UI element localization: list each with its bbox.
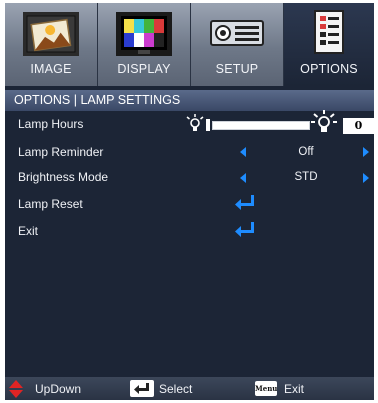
brightness-mode-label: Brightness Mode <box>18 170 109 184</box>
menu-key-icon: Menu <box>255 381 277 396</box>
lamp-bright-icon <box>311 110 337 132</box>
tab-setup-label: SETUP <box>215 62 259 76</box>
display-icon <box>116 12 172 56</box>
tab-image-label: IMAGE <box>30 62 72 76</box>
tab-display[interactable]: DISPLAY <box>98 3 191 86</box>
footer-bar: UpDown Select Menu Exit <box>5 377 374 400</box>
brightness-mode-right-arrow-icon[interactable] <box>363 173 369 183</box>
lamp-dim-icon <box>186 114 204 131</box>
tab-display-label: DISPLAY <box>117 62 171 76</box>
tab-setup[interactable]: SETUP <box>191 3 284 86</box>
osd-menu: IMAGE DISPLAY SETUP OPTIONS OPTIONS | LA… <box>5 3 374 400</box>
lamp-reset-label[interactable]: Lamp Reset <box>18 197 83 211</box>
brightness-mode-value[interactable]: STD <box>276 171 336 183</box>
updown-arrows-icon <box>9 380 23 398</box>
exit-enter-icon[interactable] <box>234 221 256 239</box>
lamp-hours-knob[interactable] <box>206 119 210 131</box>
lamp-reminder-label: Lamp Reminder <box>18 145 104 159</box>
lamp-reminder-right-arrow-icon[interactable] <box>363 147 369 157</box>
tab-bar: IMAGE DISPLAY SETUP OPTIONS <box>5 3 374 86</box>
setup-icon <box>210 20 264 46</box>
image-icon <box>23 12 79 56</box>
lamp-hours-value: 0 <box>343 118 374 134</box>
lamp-reset-enter-icon[interactable] <box>234 194 256 212</box>
lamp-hours-slider[interactable] <box>212 121 310 130</box>
tab-options[interactable]: OPTIONS <box>284 3 374 86</box>
enter-key-icon <box>130 380 154 397</box>
lamp-hours-label: Lamp Hours <box>18 117 84 131</box>
footer-select-label: Select <box>159 382 193 396</box>
tab-image[interactable]: IMAGE <box>5 3 98 86</box>
lamp-reminder-left-arrow-icon[interactable] <box>240 147 246 157</box>
footer-updown-label: UpDown <box>35 382 82 396</box>
tab-options-label: OPTIONS <box>300 62 358 76</box>
brightness-mode-left-arrow-icon[interactable] <box>240 173 246 183</box>
lamp-reminder-value[interactable]: Off <box>276 146 336 158</box>
options-icon <box>314 10 344 54</box>
section-header: OPTIONS | LAMP SETTINGS <box>5 90 374 111</box>
footer-exit-label: Exit <box>284 382 305 396</box>
exit-label[interactable]: Exit <box>18 224 38 238</box>
page-title: OPTIONS | LAMP SETTINGS <box>14 93 181 107</box>
